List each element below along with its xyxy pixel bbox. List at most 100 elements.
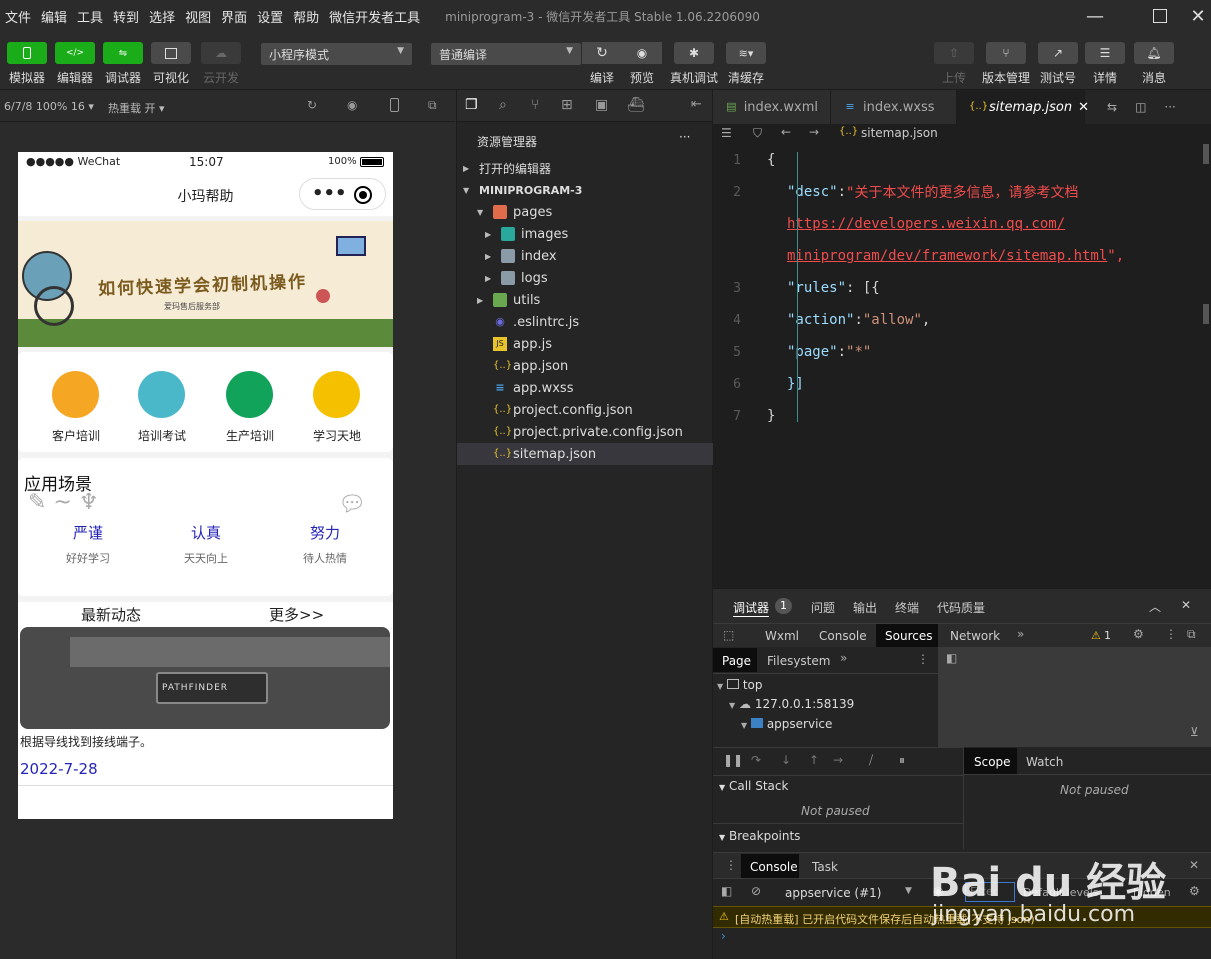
scene-card[interactable]: 严谨 好好学习	[48, 520, 128, 570]
forward-arrow-icon[interactable]: →	[809, 125, 819, 139]
source-control-icon[interactable]: ⑂	[531, 97, 539, 113]
visual-toggle-button[interactable]	[151, 42, 191, 64]
kebab-menu-icon[interactable]: ⋮	[917, 652, 929, 666]
pause-icon[interactable]: ❚❚	[723, 753, 743, 767]
menu-goto[interactable]: 转到	[108, 7, 144, 26]
tree-node-top[interactable]: ▼ top	[717, 678, 927, 696]
close-panel-icon[interactable]: ✕	[1181, 598, 1191, 612]
tab-page[interactable]: Page	[722, 654, 751, 668]
warning-icon[interactable]: ⚠	[1091, 629, 1101, 642]
clear-cache-button[interactable]: ≋▾	[726, 42, 766, 64]
banner-image[interactable]: 如何快速学会初制机操作 爱玛售后服务部	[18, 221, 393, 347]
bookmark-icon[interactable]: ⛉	[753, 126, 762, 141]
step-into-icon[interactable]: ↓	[781, 753, 791, 767]
news-caption[interactable]: 根据导线找到接线端子。	[20, 733, 152, 750]
compare-icon[interactable]: ⇆	[1107, 90, 1117, 124]
close-window-icon[interactable]: ✕	[1175, 0, 1211, 32]
files-icon[interactable]: ❐	[465, 97, 478, 113]
tree-item-app-wxss[interactable]: ≡ app.wxss	[457, 377, 713, 399]
console-prompt-icon[interactable]: ›	[721, 929, 726, 943]
more-tabs-icon[interactable]: »	[840, 651, 847, 665]
inspect-element-icon[interactable]: ⬚	[723, 628, 734, 642]
tree-item-index[interactable]: ▶ index	[457, 245, 713, 267]
compile-mode-select[interactable]: 普通编译 ▼	[431, 43, 581, 65]
tree-item-logs[interactable]: ▶ logs	[457, 267, 713, 289]
tab-code-quality[interactable]: 代码质量	[937, 599, 985, 616]
kebab-menu-icon[interactable]: ⋮	[725, 858, 737, 872]
tree-item-project-private-config[interactable]: {..} project.private.config.json	[457, 421, 713, 443]
real-device-debug-button[interactable]: ✱	[674, 42, 714, 64]
dock-icon[interactable]: ⧉	[1187, 627, 1196, 642]
tree-item-images[interactable]: ▶ images	[457, 223, 713, 245]
tab-problems[interactable]: 问题	[811, 599, 835, 616]
settings-gear-icon[interactable]: ⚙	[1133, 627, 1144, 641]
chevron-down-icon[interactable]: ▼	[905, 886, 912, 896]
code-link[interactable]: https://developers.weixin.qq.com/	[787, 216, 1065, 232]
more-tabs-icon[interactable]: »	[1017, 627, 1024, 641]
cloud-dev-button[interactable]: ☁	[201, 42, 241, 64]
tree-node-appservice[interactable]: ▼ appservice	[741, 717, 941, 735]
pause-on-exceptions-icon[interactable]: ⏸	[899, 753, 905, 768]
deactivate-breakpoints-icon[interactable]: ⧸	[869, 753, 873, 768]
minimize-icon[interactable]: —	[1072, 0, 1118, 32]
tab-console[interactable]: Console	[819, 629, 867, 643]
capsule-menu[interactable]: •••	[299, 178, 386, 210]
mode-select[interactable]: 小程序模式 ▼	[261, 43, 412, 65]
compile-button[interactable]: ↻	[582, 42, 622, 64]
step-out-icon[interactable]: ↑	[809, 753, 819, 767]
explorer-more-icon[interactable]: ···	[679, 130, 690, 144]
device-select[interactable]: 6/7/8 100% 16 ▾	[4, 100, 94, 113]
tree-item-utils[interactable]: ▶ utils	[457, 289, 713, 311]
capsule-more-icon[interactable]: •••	[312, 183, 347, 204]
tab-console-drawer[interactable]: Console	[750, 860, 798, 874]
menu-file[interactable]: 文件	[0, 7, 36, 26]
breakpoints-header[interactable]: ▼ Breakpoints	[719, 829, 800, 843]
menu-view[interactable]: 视图	[180, 7, 216, 26]
tab-index-wxml[interactable]: ▤ index.wxml	[713, 90, 831, 124]
rotate-icon[interactable]: ↻	[307, 98, 317, 112]
menu-wechat-devtools[interactable]: 微信开发者工具	[324, 7, 425, 26]
grid-item-customer-training[interactable]: 客户培训	[38, 362, 114, 443]
details-button[interactable]: ☰	[1085, 42, 1125, 64]
step-icon[interactable]: →	[833, 753, 843, 767]
more-actions-icon[interactable]: ···	[1164, 90, 1175, 124]
grid-item-production-training[interactable]: 生产培训	[212, 362, 288, 443]
open-editors-section[interactable]: ▶ 打开的编辑器	[457, 157, 713, 179]
breadcrumb[interactable]: sitemap.json	[861, 126, 938, 140]
capsule-close-icon[interactable]	[354, 186, 372, 204]
scene-card[interactable]: 努力 待人热情	[285, 520, 365, 570]
docker-icon[interactable]: ⛴	[627, 97, 645, 113]
toggle-navigator-icon[interactable]: ◧	[946, 651, 957, 665]
tab-index-wxss[interactable]: ≡ index.wxss	[831, 90, 957, 124]
tab-task[interactable]: Task	[812, 860, 838, 874]
upload-button[interactable]: ⇧	[934, 42, 974, 64]
hot-reload-toggle[interactable]: 热重载 开 ▾	[108, 100, 165, 116]
simulator-toggle-button[interactable]	[7, 42, 47, 64]
preview-button[interactable]: ◉	[622, 42, 662, 64]
tree-item-app-json[interactable]: {..} app.json	[457, 355, 713, 377]
context-select[interactable]: appservice (#1)	[785, 886, 881, 900]
detach-window-icon[interactable]: ⧉	[428, 98, 437, 113]
step-over-icon[interactable]: ↷	[751, 753, 761, 767]
clear-console-icon[interactable]: ⊘	[751, 884, 761, 898]
tree-item-pages[interactable]: ▼ pages	[457, 201, 713, 223]
project-root[interactable]: ▼ MINIPROGRAM-3	[457, 179, 713, 201]
split-editor-icon[interactable]: ◫	[1135, 90, 1146, 124]
list-icon[interactable]: ☰	[721, 126, 732, 140]
editor-toggle-button[interactable]: </>	[55, 42, 95, 64]
back-arrow-icon[interactable]: ←	[781, 125, 791, 139]
menu-tools[interactable]: 工具	[72, 7, 108, 26]
save-icon[interactable]: ▣	[595, 97, 608, 113]
code-link[interactable]: miniprogram/dev/framework/sitemap.html	[787, 248, 1107, 264]
tree-item-app-js[interactable]: JS app.js	[457, 333, 713, 355]
scrollbar-thumb[interactable]	[1203, 144, 1209, 164]
messages-button[interactable]: 🔔︎	[1134, 42, 1174, 64]
stop-icon[interactable]: ◉	[347, 98, 357, 112]
test-account-button[interactable]: ↗	[1038, 42, 1078, 64]
menu-settings[interactable]: 设置	[252, 7, 288, 26]
phone-frame-icon[interactable]	[390, 98, 399, 112]
tree-node-host[interactable]: ▼ ☁ 127.0.0.1:58139	[729, 697, 939, 715]
kebab-menu-icon[interactable]: ⋮	[1165, 627, 1177, 641]
version-control-button[interactable]: ⑂	[986, 42, 1026, 64]
news-image[interactable]: PATHFINDER	[20, 627, 390, 729]
